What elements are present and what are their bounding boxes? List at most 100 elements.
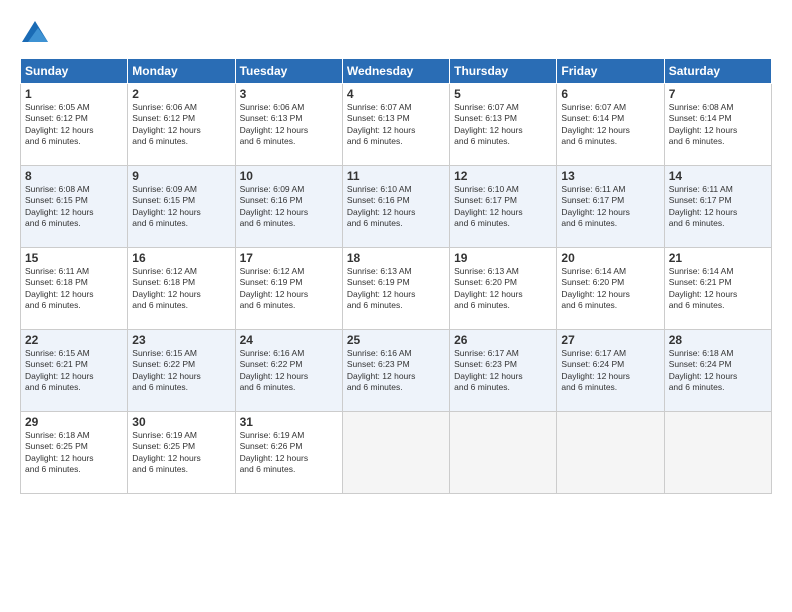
day-number: 20 bbox=[561, 251, 659, 265]
day-number: 4 bbox=[347, 87, 445, 101]
day-info: Sunrise: 6:10 AMSunset: 6:16 PMDaylight:… bbox=[347, 184, 416, 228]
day-cell bbox=[342, 412, 449, 494]
day-number: 21 bbox=[669, 251, 767, 265]
day-cell: 26 Sunrise: 6:17 AMSunset: 6:23 PMDaylig… bbox=[450, 330, 557, 412]
logo-icon bbox=[20, 18, 50, 48]
day-cell: 7 Sunrise: 6:08 AMSunset: 6:14 PMDayligh… bbox=[664, 84, 771, 166]
day-number: 14 bbox=[669, 169, 767, 183]
day-cell: 30 Sunrise: 6:19 AMSunset: 6:25 PMDaylig… bbox=[128, 412, 235, 494]
day-info: Sunrise: 6:11 AMSunset: 6:17 PMDaylight:… bbox=[561, 184, 630, 228]
week-row-3: 15 Sunrise: 6:11 AMSunset: 6:18 PMDaylig… bbox=[21, 248, 772, 330]
day-cell: 16 Sunrise: 6:12 AMSunset: 6:18 PMDaylig… bbox=[128, 248, 235, 330]
day-info: Sunrise: 6:09 AMSunset: 6:15 PMDaylight:… bbox=[132, 184, 201, 228]
day-number: 28 bbox=[669, 333, 767, 347]
day-info: Sunrise: 6:18 AMSunset: 6:24 PMDaylight:… bbox=[669, 348, 738, 392]
day-info: Sunrise: 6:13 AMSunset: 6:20 PMDaylight:… bbox=[454, 266, 523, 310]
day-number: 26 bbox=[454, 333, 552, 347]
day-number: 23 bbox=[132, 333, 230, 347]
day-cell: 1 Sunrise: 6:05 AMSunset: 6:12 PMDayligh… bbox=[21, 84, 128, 166]
day-number: 3 bbox=[240, 87, 338, 101]
day-cell: 12 Sunrise: 6:10 AMSunset: 6:17 PMDaylig… bbox=[450, 166, 557, 248]
day-number: 18 bbox=[347, 251, 445, 265]
day-info: Sunrise: 6:08 AMSunset: 6:14 PMDaylight:… bbox=[669, 102, 738, 146]
day-number: 8 bbox=[25, 169, 123, 183]
day-cell bbox=[450, 412, 557, 494]
day-number: 10 bbox=[240, 169, 338, 183]
col-header-tuesday: Tuesday bbox=[235, 59, 342, 84]
day-number: 19 bbox=[454, 251, 552, 265]
day-cell: 5 Sunrise: 6:07 AMSunset: 6:13 PMDayligh… bbox=[450, 84, 557, 166]
day-info: Sunrise: 6:07 AMSunset: 6:13 PMDaylight:… bbox=[347, 102, 416, 146]
day-cell: 25 Sunrise: 6:16 AMSunset: 6:23 PMDaylig… bbox=[342, 330, 449, 412]
day-info: Sunrise: 6:11 AMSunset: 6:17 PMDaylight:… bbox=[669, 184, 738, 228]
day-cell: 8 Sunrise: 6:08 AMSunset: 6:15 PMDayligh… bbox=[21, 166, 128, 248]
day-cell: 28 Sunrise: 6:18 AMSunset: 6:24 PMDaylig… bbox=[664, 330, 771, 412]
day-cell: 20 Sunrise: 6:14 AMSunset: 6:20 PMDaylig… bbox=[557, 248, 664, 330]
day-cell: 27 Sunrise: 6:17 AMSunset: 6:24 PMDaylig… bbox=[557, 330, 664, 412]
day-info: Sunrise: 6:15 AMSunset: 6:22 PMDaylight:… bbox=[132, 348, 201, 392]
day-number: 6 bbox=[561, 87, 659, 101]
day-cell: 22 Sunrise: 6:15 AMSunset: 6:21 PMDaylig… bbox=[21, 330, 128, 412]
day-number: 15 bbox=[25, 251, 123, 265]
day-info: Sunrise: 6:16 AMSunset: 6:23 PMDaylight:… bbox=[347, 348, 416, 392]
day-number: 25 bbox=[347, 333, 445, 347]
day-info: Sunrise: 6:14 AMSunset: 6:20 PMDaylight:… bbox=[561, 266, 630, 310]
day-number: 5 bbox=[454, 87, 552, 101]
day-cell: 6 Sunrise: 6:07 AMSunset: 6:14 PMDayligh… bbox=[557, 84, 664, 166]
day-info: Sunrise: 6:16 AMSunset: 6:22 PMDaylight:… bbox=[240, 348, 309, 392]
day-info: Sunrise: 6:07 AMSunset: 6:14 PMDaylight:… bbox=[561, 102, 630, 146]
week-row-1: 1 Sunrise: 6:05 AMSunset: 6:12 PMDayligh… bbox=[21, 84, 772, 166]
day-number: 7 bbox=[669, 87, 767, 101]
week-row-4: 22 Sunrise: 6:15 AMSunset: 6:21 PMDaylig… bbox=[21, 330, 772, 412]
day-info: Sunrise: 6:12 AMSunset: 6:18 PMDaylight:… bbox=[132, 266, 201, 310]
week-row-5: 29 Sunrise: 6:18 AMSunset: 6:25 PMDaylig… bbox=[21, 412, 772, 494]
day-cell: 19 Sunrise: 6:13 AMSunset: 6:20 PMDaylig… bbox=[450, 248, 557, 330]
logo bbox=[20, 18, 53, 48]
day-cell: 24 Sunrise: 6:16 AMSunset: 6:22 PMDaylig… bbox=[235, 330, 342, 412]
day-cell bbox=[557, 412, 664, 494]
day-number: 1 bbox=[25, 87, 123, 101]
page: SundayMondayTuesdayWednesdayThursdayFrid… bbox=[0, 0, 792, 612]
day-cell: 10 Sunrise: 6:09 AMSunset: 6:16 PMDaylig… bbox=[235, 166, 342, 248]
day-number: 11 bbox=[347, 169, 445, 183]
col-header-saturday: Saturday bbox=[664, 59, 771, 84]
day-number: 22 bbox=[25, 333, 123, 347]
day-number: 16 bbox=[132, 251, 230, 265]
col-header-wednesday: Wednesday bbox=[342, 59, 449, 84]
day-info: Sunrise: 6:10 AMSunset: 6:17 PMDaylight:… bbox=[454, 184, 523, 228]
day-number: 2 bbox=[132, 87, 230, 101]
col-header-thursday: Thursday bbox=[450, 59, 557, 84]
day-cell bbox=[664, 412, 771, 494]
day-info: Sunrise: 6:15 AMSunset: 6:21 PMDaylight:… bbox=[25, 348, 94, 392]
day-cell: 31 Sunrise: 6:19 AMSunset: 6:26 PMDaylig… bbox=[235, 412, 342, 494]
day-cell: 11 Sunrise: 6:10 AMSunset: 6:16 PMDaylig… bbox=[342, 166, 449, 248]
day-cell: 3 Sunrise: 6:06 AMSunset: 6:13 PMDayligh… bbox=[235, 84, 342, 166]
day-cell: 9 Sunrise: 6:09 AMSunset: 6:15 PMDayligh… bbox=[128, 166, 235, 248]
day-number: 13 bbox=[561, 169, 659, 183]
day-info: Sunrise: 6:09 AMSunset: 6:16 PMDaylight:… bbox=[240, 184, 309, 228]
day-cell: 2 Sunrise: 6:06 AMSunset: 6:12 PMDayligh… bbox=[128, 84, 235, 166]
day-info: Sunrise: 6:05 AMSunset: 6:12 PMDaylight:… bbox=[25, 102, 94, 146]
day-info: Sunrise: 6:17 AMSunset: 6:23 PMDaylight:… bbox=[454, 348, 523, 392]
day-number: 9 bbox=[132, 169, 230, 183]
day-cell: 14 Sunrise: 6:11 AMSunset: 6:17 PMDaylig… bbox=[664, 166, 771, 248]
header bbox=[20, 18, 772, 48]
header-row: SundayMondayTuesdayWednesdayThursdayFrid… bbox=[21, 59, 772, 84]
day-number: 12 bbox=[454, 169, 552, 183]
day-number: 31 bbox=[240, 415, 338, 429]
day-info: Sunrise: 6:06 AMSunset: 6:12 PMDaylight:… bbox=[132, 102, 201, 146]
day-info: Sunrise: 6:17 AMSunset: 6:24 PMDaylight:… bbox=[561, 348, 630, 392]
day-number: 24 bbox=[240, 333, 338, 347]
day-info: Sunrise: 6:06 AMSunset: 6:13 PMDaylight:… bbox=[240, 102, 309, 146]
day-number: 30 bbox=[132, 415, 230, 429]
day-info: Sunrise: 6:13 AMSunset: 6:19 PMDaylight:… bbox=[347, 266, 416, 310]
week-row-2: 8 Sunrise: 6:08 AMSunset: 6:15 PMDayligh… bbox=[21, 166, 772, 248]
col-header-monday: Monday bbox=[128, 59, 235, 84]
day-info: Sunrise: 6:19 AMSunset: 6:26 PMDaylight:… bbox=[240, 430, 309, 474]
day-info: Sunrise: 6:08 AMSunset: 6:15 PMDaylight:… bbox=[25, 184, 94, 228]
day-cell: 15 Sunrise: 6:11 AMSunset: 6:18 PMDaylig… bbox=[21, 248, 128, 330]
col-header-friday: Friday bbox=[557, 59, 664, 84]
day-info: Sunrise: 6:18 AMSunset: 6:25 PMDaylight:… bbox=[25, 430, 94, 474]
col-header-sunday: Sunday bbox=[21, 59, 128, 84]
day-number: 17 bbox=[240, 251, 338, 265]
